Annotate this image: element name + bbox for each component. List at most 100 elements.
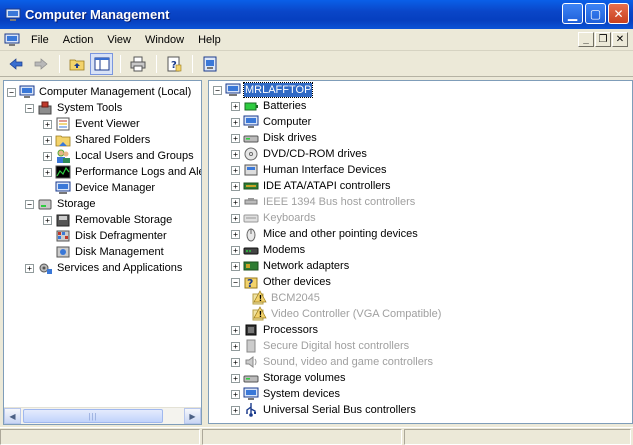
device-category-dvd-cd-rom-drives[interactable]: + DVD/CD-ROM drives — [231, 146, 368, 162]
expand-icon[interactable]: + — [231, 117, 240, 127]
expand-icon[interactable]: + — [231, 245, 240, 255]
device-category-universal-serial-bus-controllers[interactable]: + Universal Serial Bus controllers — [231, 402, 417, 418]
tree-node-event-viewer[interactable]: + Event Viewer — [43, 116, 141, 132]
collapse-icon[interactable]: − — [25, 103, 34, 113]
device-category-ieee-1394-bus-host-controllers[interactable]: + IEEE 1394 Bus host controllers — [231, 194, 416, 210]
scroll-left-button[interactable]: ◀ — [4, 408, 21, 424]
device-category-system-devices[interactable]: + System devices — [231, 386, 341, 402]
collapse-icon[interactable]: − — [7, 87, 16, 97]
tree-node-disk-defragmenter[interactable]: Disk Defragmenter — [43, 228, 168, 244]
expand-icon[interactable]: + — [231, 405, 240, 415]
back-button[interactable] — [4, 53, 27, 75]
scroll-right-button[interactable]: ▶ — [184, 408, 201, 424]
device-category-storage-volumes[interactable]: + Storage volumes — [231, 370, 347, 386]
tree-node-storage[interactable]: − Storage — [25, 196, 97, 212]
device-category-mice-and-other-pointing-devices[interactable]: + Mice and other pointing devices — [231, 226, 419, 242]
device-category-other-devices[interactable]: −? Other devices — [231, 274, 332, 290]
device-label: Mice and other pointing devices — [263, 228, 418, 240]
title-bar[interactable]: Computer Management ▁ ▢ ✕ — [0, 0, 633, 29]
device-category-secure-digital-host-controllers[interactable]: + Secure Digital host controllers — [231, 338, 410, 354]
expand-icon[interactable]: + — [231, 261, 240, 271]
expand-icon[interactable]: + — [43, 215, 52, 225]
expand-icon[interactable]: + — [231, 357, 240, 367]
expand-icon[interactable]: + — [43, 135, 52, 145]
device-tree-root[interactable]: − MRLAFFTOP — [213, 82, 314, 98]
device-category-disk-drives[interactable]: + Disk drives — [231, 130, 318, 146]
maximize-button[interactable]: ▢ — [585, 3, 606, 24]
help-button[interactable]: ? — [162, 53, 185, 75]
minimize-button[interactable]: ▁ — [562, 3, 583, 24]
mdi-minimize-button[interactable]: _ — [578, 32, 594, 47]
close-button[interactable]: ✕ — [608, 3, 629, 24]
device-category-ide-ata-atapi-controllers[interactable]: + IDE ATA/ATAPI controllers — [231, 178, 392, 194]
menu-view[interactable]: View — [100, 29, 138, 51]
menu-action[interactable]: Action — [56, 29, 101, 51]
ieee1394-icon — [243, 194, 259, 210]
expand-icon[interactable]: + — [231, 133, 240, 143]
device-category-batteries[interactable]: + Batteries — [231, 98, 307, 114]
arrow-right-icon: ▶ — [189, 411, 196, 421]
tree-node-device-manager[interactable]: Device Manager — [43, 180, 156, 196]
device-category-computer[interactable]: + Computer — [231, 114, 312, 130]
expand-icon[interactable]: + — [231, 325, 240, 335]
expand-icon[interactable]: + — [231, 101, 240, 111]
mdi-close-button[interactable]: ✕ — [612, 32, 628, 47]
mmc-system-menu-icon[interactable] — [4, 32, 20, 48]
tree-node-services-and-applications[interactable]: + Services and Applications — [25, 260, 183, 276]
collapse-icon[interactable]: − — [25, 199, 34, 209]
tree-node-disk-management[interactable]: Disk Management — [43, 244, 165, 260]
device-category-modems[interactable]: + Modems — [231, 242, 306, 258]
expand-icon[interactable]: + — [231, 229, 240, 239]
menu-help[interactable]: Help — [191, 29, 228, 51]
tree-node-label: Local Users and Groups — [75, 150, 194, 162]
tree-node-local-users-and-groups[interactable]: + Local Users and Groups — [43, 148, 195, 164]
scroll-thumb[interactable]: ||| — [23, 409, 163, 423]
mdi-restore-button[interactable]: ❐ — [595, 32, 611, 47]
expand-icon[interactable]: + — [231, 165, 240, 175]
device-category-human-interface-devices[interactable]: + Human Interface Devices — [231, 162, 388, 178]
collapse-icon[interactable]: − — [213, 85, 222, 95]
console-tree-pane[interactable]: − Computer Management (Local) − System Tool… — [3, 80, 202, 425]
show-hide-tree-button[interactable] — [90, 52, 113, 75]
properties-button[interactable] — [198, 53, 221, 75]
tree-node-system-tools[interactable]: − System Tools — [25, 100, 123, 116]
expand-icon[interactable]: + — [231, 149, 240, 159]
expand-icon[interactable]: + — [231, 341, 240, 351]
scroll-track[interactable]: ||| — [21, 408, 184, 424]
back-icon — [8, 57, 22, 70]
device-category-sound-video-and-game-controllers[interactable]: + Sound, video and game controllers — [231, 354, 434, 370]
device-category-video-controller-vga-compatible[interactable]: ! Video Controller (VGA Compatible) — [251, 306, 442, 322]
expand-icon[interactable]: + — [231, 181, 240, 191]
collapse-icon[interactable]: − — [231, 277, 240, 287]
device-category-network-adapters[interactable]: + Network adapters — [231, 258, 350, 274]
expand-icon[interactable]: + — [43, 151, 52, 161]
expand-icon[interactable]: + — [231, 389, 240, 399]
toolbar: ? — [0, 51, 633, 77]
tree-node-removable-storage[interactable]: + Removable Storage — [43, 212, 173, 228]
expand-icon[interactable]: + — [43, 167, 52, 177]
restore-icon: ❐ — [598, 34, 608, 45]
disk-management-icon — [55, 244, 71, 260]
device-tree-pane[interactable]: − MRLAFFTOP + Batteries + Computer + Disk drive… — [208, 80, 633, 424]
expand-icon[interactable]: + — [231, 213, 240, 223]
tree-node-performance-logs-and-alerts[interactable]: + Performance Logs and Alerts — [43, 164, 201, 180]
expand-icon[interactable]: + — [231, 373, 240, 383]
users-icon — [55, 148, 71, 164]
tree-node-shared-folders[interactable]: + Shared Folders — [43, 132, 151, 148]
services-icon — [37, 260, 53, 276]
device-label: Keyboards — [263, 212, 316, 224]
device-category-processors[interactable]: + Processors — [231, 322, 319, 338]
forward-button[interactable] — [29, 53, 52, 75]
device-category-keyboards[interactable]: + Keyboards — [231, 210, 317, 226]
expand-icon[interactable]: + — [25, 263, 34, 273]
horizontal-scrollbar[interactable]: ◀ ||| ▶ — [4, 407, 201, 424]
print-button[interactable] — [126, 53, 149, 75]
menu-window[interactable]: Window — [138, 29, 191, 51]
tree-node-computer-management-local[interactable]: − Computer Management (Local) — [7, 84, 192, 100]
device-category-bcm2045[interactable]: ! BCM2045 — [251, 290, 321, 306]
expand-icon[interactable]: + — [43, 119, 52, 129]
menu-file[interactable]: File — [24, 29, 56, 51]
expand-icon[interactable]: + — [231, 197, 240, 207]
up-one-level-button[interactable] — [65, 53, 88, 75]
warning-device-icon: ! — [251, 306, 267, 322]
